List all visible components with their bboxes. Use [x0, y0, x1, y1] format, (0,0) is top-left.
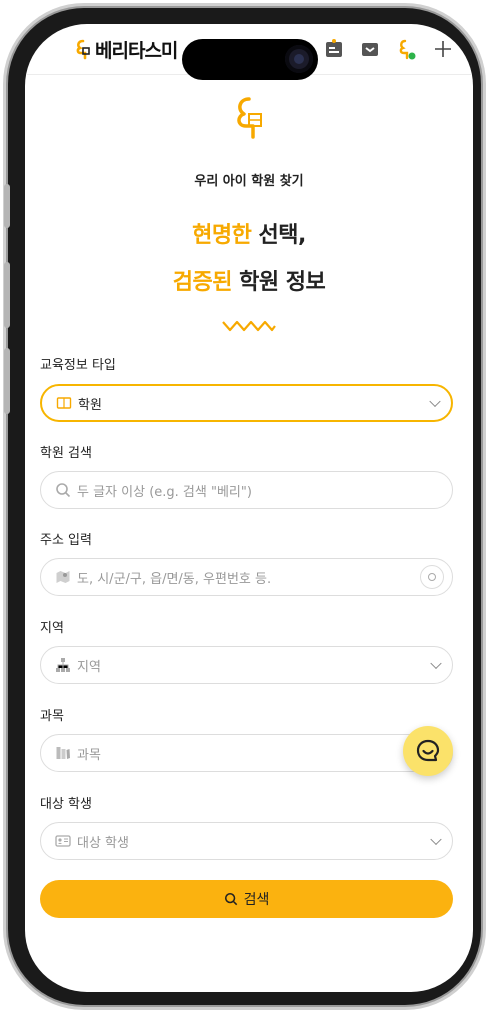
subject-select[interactable]: 과목 [40, 734, 453, 772]
books-icon [56, 747, 70, 759]
target-label: 대상 학생 [40, 797, 92, 812]
headline-accent-2: 검증된 [172, 270, 233, 295]
search-icon [56, 483, 71, 498]
tagline: 우리 아이 학원 찾기 [194, 174, 304, 189]
wave-divider-icon [222, 320, 276, 332]
search-button[interactable]: 검색 [40, 880, 453, 918]
gps-locate-icon[interactable] [420, 565, 444, 589]
notice-icon[interactable] [323, 38, 345, 60]
hierarchy-icon [56, 658, 70, 672]
phone-action-button [4, 184, 10, 228]
chevron-down-icon [430, 657, 442, 670]
headline-line-2: 검증된 학원 정보 [25, 264, 473, 296]
address-label: 주소 입력 [40, 533, 92, 548]
brand-name: 베리타스미 [95, 40, 178, 62]
edu-type-label: 교육정보 타입 [40, 358, 116, 373]
target-value: 대상 학생 [77, 835, 129, 851]
chevron-down-icon [430, 833, 442, 846]
headline-rest-2: 학원 정보 [231, 270, 326, 295]
subject-value: 과목 [77, 747, 101, 763]
search-icon [224, 892, 237, 906]
address-placeholder: 도, 시/군/구, 읍/면/동, 우편번호 등. [77, 571, 272, 587]
map-icon [56, 571, 70, 583]
book-icon [56, 397, 72, 409]
academy-search-placeholder: 두 글자 이상 (e.g. 검색 "베리") [77, 484, 252, 500]
region-value: 지역 [77, 659, 101, 675]
subject-label: 과목 [40, 709, 64, 724]
headline-accent-1: 현명한 [192, 223, 252, 248]
address-input[interactable]: 도, 시/군/구, 읍/면/동, 우편번호 등. [40, 558, 453, 596]
profile-icon[interactable] [395, 38, 417, 60]
headline-rest-1: 선택, [251, 223, 307, 248]
hero-logo-icon [237, 97, 262, 139]
target-select[interactable]: 대상 학생 [40, 822, 453, 860]
phone-volume-down-button [4, 348, 10, 414]
beritas-logo-icon [76, 39, 90, 59]
academy-search-input[interactable]: 두 글자 이상 (e.g. 검색 "베리") [40, 471, 453, 509]
region-label: 지역 [40, 621, 64, 636]
front-camera [285, 45, 313, 73]
edu-type-value: 학원 [78, 397, 102, 413]
app-screen: 베리타스미 우리 아이 학원 찾기 현명한 선택, 검증된 학원 정보 교육정보 [25, 24, 473, 992]
edu-type-select[interactable]: 학원 [40, 384, 453, 422]
phone-volume-up-button [4, 262, 10, 328]
plus-icon[interactable] [432, 38, 454, 60]
inbox-icon[interactable] [359, 38, 381, 60]
chat-bubble-icon [416, 739, 440, 762]
region-select[interactable]: 지역 [40, 646, 453, 684]
headline-line-1: 현명한 선택, [25, 217, 473, 249]
chevron-down-icon [429, 395, 441, 408]
id-card-icon [55, 835, 71, 847]
search-button-label: 검색 [243, 892, 270, 908]
chat-fab-button[interactable] [403, 726, 453, 776]
academy-search-label: 학원 검색 [40, 446, 92, 461]
brand[interactable]: 베리타스미 [75, 36, 178, 63]
